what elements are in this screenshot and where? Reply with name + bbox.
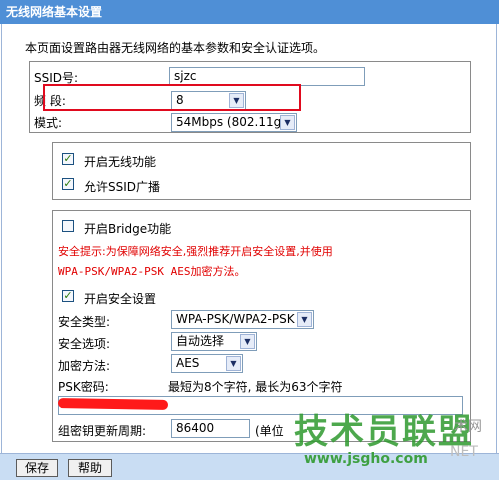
enable-wireless-checkbox[interactable]: ✓ (62, 153, 74, 165)
security-type-label: 安全类型: (58, 315, 111, 329)
enable-security-checkbox[interactable]: ✓ (62, 290, 74, 302)
enable-wireless-label: 开启无线功能 (84, 155, 157, 169)
security-option-select[interactable]: 自动选择 ▼ (171, 332, 257, 351)
bottom-toolbar: 保存 帮助 (0, 453, 499, 480)
encryption-label: 加密方法: (58, 359, 111, 373)
bridge-label: 开启Bridge功能 (84, 222, 172, 236)
help-button[interactable]: 帮助 (68, 459, 112, 477)
ssid-broadcast-label: 允许SSID广播 (84, 180, 161, 194)
save-button[interactable]: 保存 (16, 459, 58, 477)
security-type-select[interactable]: WPA-PSK/WPA2-PSK ▼ (171, 310, 314, 329)
page-title: 无线网络基本设置 (0, 0, 499, 24)
group-key-label: 组密钥更新周期: (58, 424, 147, 438)
group-key-unit: (单位 (255, 424, 284, 438)
chevron-down-icon: ▼ (240, 334, 255, 349)
mode-value: 54Mbps (802.11g) (176, 115, 286, 129)
chevron-down-icon: ▼ (226, 356, 241, 371)
security-type-value: WPA-PSK/WPA2-PSK (176, 312, 295, 326)
chevron-down-icon: ▼ (280, 115, 295, 130)
security-option-value: 自动选择 (176, 334, 225, 348)
security-warning-line1: 安全提示:为保障网络安全,强烈推荐开启安全设置,并使用 (58, 245, 333, 258)
security-warning-line2: WPA-PSK/WPA2-PSK AES加密方法。 (58, 265, 246, 278)
encryption-value: AES (176, 356, 200, 370)
channel-highlight-box (43, 84, 301, 111)
enable-security-label: 开启安全设置 (84, 292, 157, 306)
encryption-select[interactable]: AES ▼ (171, 354, 243, 373)
psk-redaction-mark (57, 398, 169, 410)
psk-hint: 最短为8个字符, 最长为63个字符 (168, 380, 343, 394)
psk-label: PSK密码: (58, 380, 109, 394)
chevron-down-icon: ▼ (297, 312, 312, 327)
intro-text: 本页面设置路由器无线网络的基本参数和安全认证选项。 (25, 41, 326, 55)
ssid-broadcast-checkbox[interactable]: ✓ (62, 178, 74, 190)
bridge-checkbox[interactable] (62, 220, 74, 232)
mode-select[interactable]: 54Mbps (802.11g) ▼ (171, 113, 297, 132)
group-key-input[interactable]: 86400 (171, 419, 250, 438)
security-option-label: 安全选项: (58, 337, 111, 351)
mode-label: 模式: (34, 116, 63, 130)
